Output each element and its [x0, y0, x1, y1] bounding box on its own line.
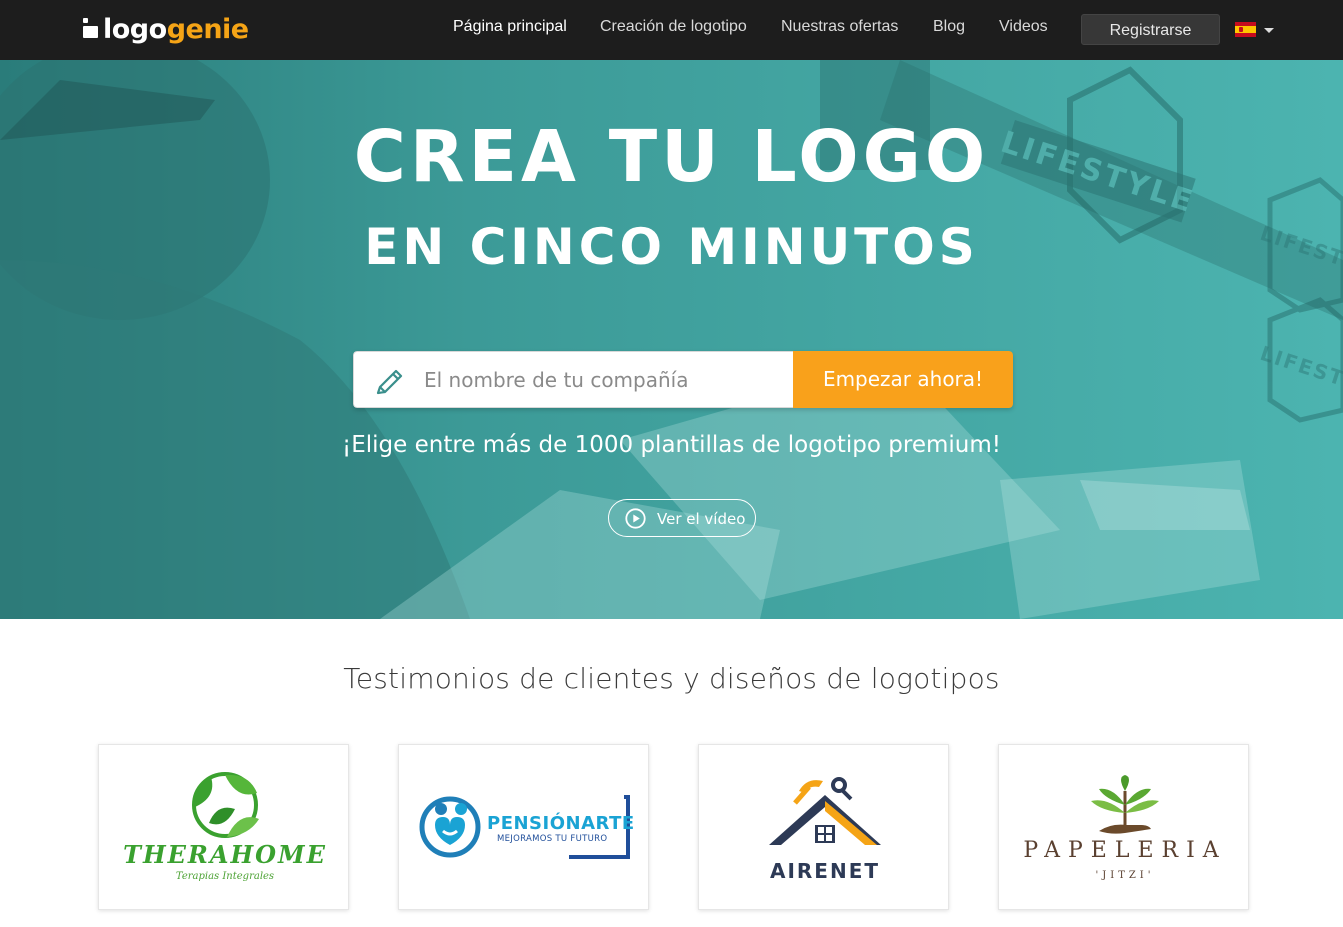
pensionarte-tagline: MEJORAMOS TU FUTURO	[497, 834, 607, 844]
logo-mark-icon	[82, 18, 99, 40]
hero-title-line1: CREA TU LOGO	[353, 115, 990, 198]
top-navbar: logo genie Página principal Creación de l…	[0, 0, 1343, 60]
pencil-icon	[376, 369, 403, 395]
start-now-button[interactable]: Empezar ahora!	[793, 351, 1013, 408]
register-button[interactable]: Registrarse	[1081, 14, 1220, 45]
hero-title-line2: EN CINCO MINUTOS	[364, 218, 979, 276]
watch-video-button[interactable]: Ver el vídeo	[608, 499, 756, 537]
nav-item-videos[interactable]: Videos	[999, 18, 1048, 36]
logo-card-airenet[interactable]: AIRENET	[698, 744, 949, 910]
logo-card-therahome[interactable]: THERAHOME Terapias Integrales	[98, 744, 349, 910]
company-name-form: Empezar ahora!	[353, 351, 1013, 408]
nav-item-offers[interactable]: Nuestras ofertas	[781, 18, 898, 36]
nav-item-home[interactable]: Página principal	[453, 18, 567, 36]
pensionarte-logo: PENSIÓNARTE MEJORAMOS TU FUTURO	[419, 795, 635, 859]
papeleria-tagline: 'JITZI'	[1095, 870, 1154, 881]
airenet-name: AIRENET	[770, 859, 880, 883]
nav-item-logo-creation[interactable]: Creación de logotipo	[600, 18, 747, 36]
watch-video-label: Ver el vídeo	[657, 510, 746, 528]
language-selector[interactable]	[1235, 20, 1275, 40]
therahome-name: THERAHOME	[123, 840, 327, 869]
company-name-input[interactable]	[424, 352, 784, 407]
pensionarte-name: PENSIÓNARTE	[487, 812, 635, 834]
logo-card-pensionarte[interactable]: PENSIÓNARTE MEJORAMOS TU FUTURO	[398, 744, 649, 910]
airenet-logo: AIRENET	[769, 777, 881, 883]
therahome-logo: THERAHOME Terapias Integrales	[123, 772, 327, 882]
testimonials-title: Testimonios de clientes y diseños de log…	[343, 662, 1000, 695]
brand-name-part2: genie	[166, 13, 249, 45]
logo-card-papeleria[interactable]: PAPELERIA 'JITZI'	[998, 744, 1249, 910]
therahome-tagline: Terapias Integrales	[176, 871, 274, 882]
company-name-field	[353, 351, 793, 408]
brand-logo[interactable]: logo genie	[82, 12, 249, 46]
papeleria-name: PAPELERIA	[1023, 838, 1226, 863]
caret-down-icon	[1264, 28, 1274, 33]
brand-name-part1: logo	[103, 13, 167, 45]
spain-flag-icon	[1235, 22, 1256, 37]
hero-subtitle: ¡Elige entre más de 1000 plantillas de l…	[342, 432, 1001, 458]
papeleria-logo: PAPELERIA 'JITZI'	[1023, 775, 1226, 881]
nav-item-blog[interactable]: Blog	[933, 18, 965, 36]
play-circle-icon	[625, 508, 646, 529]
hero-section: LIFESTYLE LIFESTY LIFESTYL CREA TU LOGO …	[0, 60, 1343, 619]
